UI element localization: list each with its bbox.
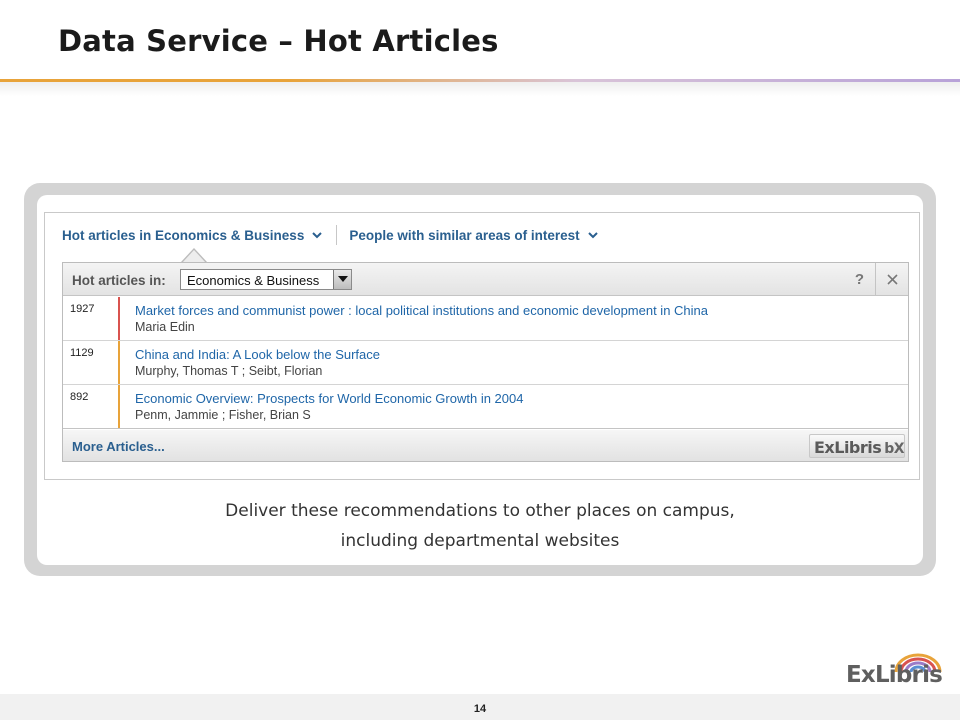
article-row: 1129 China and India: A Look below the S…: [63, 341, 908, 385]
tab-similar-people-label: People with similar areas of interest: [349, 227, 580, 243]
hot-articles-in-label: Hot articles in:: [72, 273, 166, 288]
article-bar: [118, 297, 120, 340]
chevron-down-icon: [312, 232, 323, 239]
page-number: 14: [473, 703, 487, 715]
article-count: 892: [70, 391, 89, 403]
tab-similar-people[interactable]: People with similar areas of interest: [349, 227, 598, 243]
hot-articles-panel: Hot articles in: Economics & Business ? …: [62, 262, 909, 462]
exlibris-logo: ExLibris: [846, 652, 950, 692]
logo-wordmark: ExLibris: [846, 662, 943, 688]
exlibris-bx-badge: ExLibris bX: [809, 434, 905, 458]
dropdown-arrow-icon: [338, 276, 348, 282]
article-title-link[interactable]: Economic Overview: Prospects for World E…: [135, 391, 523, 406]
article-row: 1927 Market forces and communist power :…: [63, 297, 908, 341]
close-icon: [887, 274, 898, 285]
article-list: 1927 Market forces and communist power :…: [63, 297, 908, 429]
tab-bar: Hot articles in Economics & Business Peo…: [62, 224, 598, 246]
more-articles-link[interactable]: More Articles...: [72, 439, 165, 454]
article-title-link[interactable]: Market forces and communist power : loca…: [135, 303, 708, 318]
article-authors: Maria Edin: [135, 320, 195, 334]
bx-suffix-label: bX: [884, 441, 905, 457]
article-title-link[interactable]: China and India: A Look below the Surfac…: [135, 347, 380, 362]
article-authors: Murphy, Thomas T ; Seibt, Florian: [135, 364, 323, 378]
slide-caption: Deliver these recommendations to other p…: [37, 496, 923, 556]
panel-header: Hot articles in: Economics & Business ?: [63, 263, 908, 296]
article-bar: [118, 341, 120, 384]
close-button[interactable]: [877, 263, 908, 296]
subject-select-value: Economics & Business: [187, 273, 320, 288]
caption-line-1: Deliver these recommendations to other p…: [225, 501, 735, 521]
slide-title: Data Service – Hot Articles: [58, 24, 499, 58]
select-arrow-button[interactable]: [333, 270, 351, 289]
panel-footer: More Articles... ExLibris bX: [63, 430, 908, 461]
tab-separator: [336, 225, 338, 245]
article-row: 892 Economic Overview: Prospects for Wor…: [63, 385, 908, 429]
tab-hot-articles-label: Hot articles in Economics & Business: [62, 227, 305, 243]
subject-select[interactable]: Economics & Business: [180, 269, 352, 290]
article-bar: [118, 385, 120, 428]
title-shadow: [0, 82, 960, 96]
caption-line-2: including departmental websites: [340, 531, 620, 551]
bx-brand-label: ExLibris: [814, 438, 882, 457]
help-button[interactable]: ?: [843, 263, 876, 296]
article-count: 1927: [70, 303, 95, 315]
article-count: 1129: [70, 347, 94, 359]
tab-hot-articles[interactable]: Hot articles in Economics & Business: [62, 227, 323, 243]
article-authors: Penm, Jammie ; Fisher, Brian S: [135, 408, 311, 422]
header-separator: [875, 263, 876, 296]
chevron-down-icon: [587, 232, 598, 239]
